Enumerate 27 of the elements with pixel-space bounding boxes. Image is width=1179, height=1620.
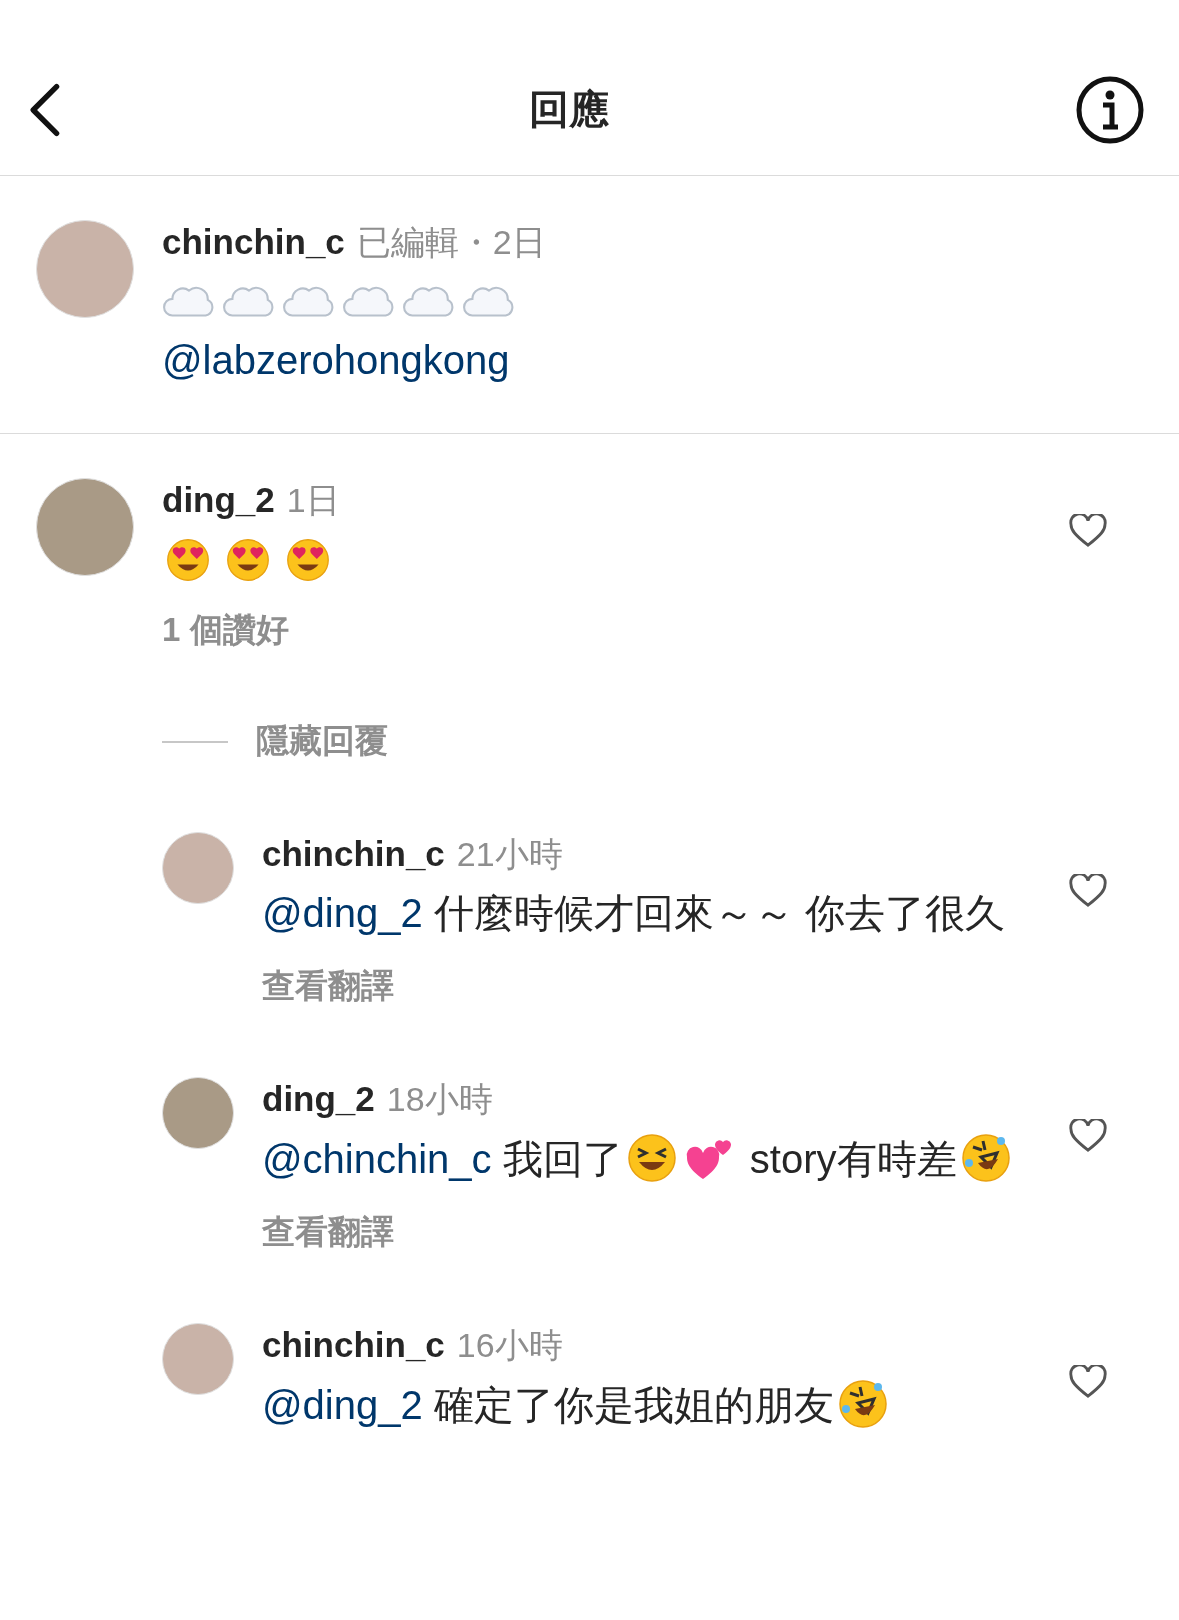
comment-text: 我回了 [501, 1137, 623, 1181]
comment-time: 21小時 [456, 834, 563, 875]
heart-icon[interactable] [1069, 1365, 1107, 1399]
comment-text: 什麼時候才回來～～ 你去了很久 [432, 891, 1005, 935]
heart-icon[interactable] [1069, 874, 1107, 908]
username[interactable]: chinchin_c [262, 1325, 445, 1365]
heart-icon[interactable] [1069, 1119, 1107, 1153]
edit-time: 已編輯・2日 [356, 222, 546, 263]
comment-text: story有時差 [748, 1137, 957, 1181]
username[interactable]: ding_2 [162, 480, 275, 520]
comment-text: 確定了你是我姐的朋友 [432, 1383, 834, 1427]
username[interactable]: ding_2 [262, 1079, 375, 1119]
mention-link[interactable]: @ding_2 [262, 891, 423, 935]
mention-link[interactable]: @labzerohongkong [162, 338, 510, 383]
heart-icon[interactable] [1069, 514, 1107, 548]
laughing-tears-face-icon [837, 1379, 888, 1429]
mention-link[interactable]: @chinchin_c [262, 1137, 492, 1181]
info-icon[interactable] [1075, 74, 1145, 145]
comment-time: 1日 [286, 480, 340, 521]
username[interactable]: chinchin_c [262, 834, 445, 874]
username[interactable]: chinchin_c [162, 222, 345, 262]
laughing-tears-face-icon [960, 1133, 1011, 1183]
comment-time: 18小時 [386, 1079, 493, 1120]
mention-link[interactable]: @ding_2 [262, 1383, 423, 1427]
comment-time: 16小時 [456, 1325, 563, 1366]
laughing-face-icon [626, 1133, 677, 1183]
page-title: 回應 [528, 86, 609, 133]
